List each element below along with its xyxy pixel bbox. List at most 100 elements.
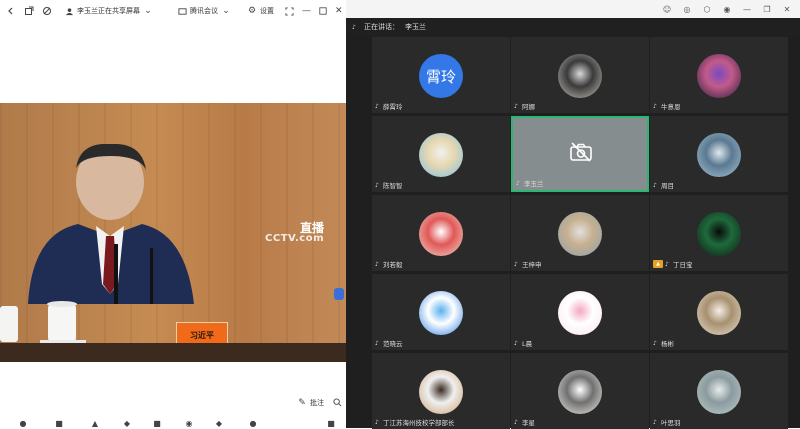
share-icon[interactable] bbox=[24, 5, 34, 17]
members-icon[interactable]: ◆ bbox=[122, 420, 132, 428]
avatar bbox=[558, 54, 602, 98]
avatar bbox=[697, 291, 741, 335]
mic-icon: ♪ bbox=[653, 102, 657, 110]
participant-label: ♪ 薛霄玲 bbox=[375, 101, 403, 112]
participant-name: 刘若毅 bbox=[383, 261, 403, 269]
participant-label: ▲ ♪ 丁日宝 bbox=[653, 259, 693, 269]
avatar bbox=[697, 212, 741, 256]
sharer-indicator: 李玉兰正在共享屏幕 ⌄ bbox=[60, 4, 157, 18]
participant-name: 阿娜 bbox=[522, 103, 535, 111]
video-icon[interactable]: ■ bbox=[54, 420, 64, 428]
apps-icon[interactable]: ◆ bbox=[214, 420, 224, 428]
participants-icon bbox=[176, 5, 188, 17]
participant-tile[interactable]: ♪ 叶思羽 bbox=[650, 353, 788, 429]
zoom-icon[interactable] bbox=[331, 396, 343, 408]
participant-name: 范晓云 bbox=[383, 340, 403, 348]
close-icon[interactable]: ✕ bbox=[335, 5, 343, 17]
settings-icon: ⚙ bbox=[247, 6, 257, 16]
mic-icon: ♪ bbox=[375, 102, 379, 110]
mic-icon: ♪ bbox=[375, 181, 379, 189]
participants-dropdown[interactable]: 腾讯会议 ⌄ bbox=[173, 4, 235, 18]
participant-label: ♪ 牛意恩 bbox=[653, 101, 681, 112]
participant-tile[interactable]: ♪ 阿娜 bbox=[511, 37, 649, 113]
participant-tile[interactable]: ♪ 范晓云 bbox=[372, 274, 510, 350]
participant-tile[interactable]: ♪ 周目 bbox=[650, 116, 788, 192]
participant-name: 王梓申 bbox=[522, 261, 542, 269]
avatar bbox=[697, 54, 741, 98]
avatar: 霄玲 bbox=[419, 54, 463, 98]
restore-icon[interactable]: ❐ bbox=[762, 4, 772, 14]
minimize-icon[interactable]: — bbox=[742, 4, 752, 14]
camera-off-icon bbox=[570, 142, 592, 162]
cctv-logo: 直播 CCTV.com bbox=[258, 219, 328, 249]
back-icon[interactable] bbox=[6, 5, 16, 17]
annotation-label: 批注 bbox=[310, 399, 324, 407]
share-screen-icon[interactable]: ▲ bbox=[90, 420, 100, 428]
chat-icon[interactable]: ■ bbox=[152, 420, 162, 428]
participant-label: ♪ 丁江苏海州技校学部部长 bbox=[375, 417, 455, 428]
participant-grid: 霄玲 ♪ 薛霄玲 ♪ 阿娜 ♪ 牛意恩 ♪ 陈智智 ♪ 李玉兰 ♪ 周目 ♪ 刘若毅 ♪ 王梓申 ▲ ♪ 丁日宝 ♪ 范晓… bbox=[372, 37, 798, 429]
speaking-bar: ♪ 正在讲话： 李玉兰 bbox=[346, 18, 800, 36]
mic-icon: ♪ bbox=[375, 339, 379, 347]
mic-icon[interactable]: ● bbox=[18, 420, 28, 428]
participant-name: L晨 bbox=[522, 340, 533, 348]
leave-icon[interactable]: ■ bbox=[326, 420, 336, 428]
participant-name: 李星 bbox=[522, 419, 535, 427]
meeting-gallery-window: ☺ ◎ ⬡ ◉ — ❐ ✕ ♪ 正在讲话： 李玉兰 霄玲 ♪ 薛霄玲 ♪ 阿娜 ♪ 牛意恩 ♪… bbox=[346, 0, 800, 429]
participant-tile[interactable]: 霄玲 ♪ 薛霄玲 bbox=[372, 37, 510, 113]
link-icon[interactable] bbox=[42, 5, 52, 17]
mic-icon: ♪ bbox=[516, 179, 520, 187]
participant-tile[interactable]: ♪ 李玉兰 bbox=[511, 116, 649, 192]
mic-icon: ♪ bbox=[653, 181, 657, 189]
participant-tile[interactable]: ♪ 牛意恩 bbox=[650, 37, 788, 113]
maximize-icon[interactable] bbox=[319, 5, 327, 17]
avatar bbox=[558, 212, 602, 256]
shield-icon[interactable]: ◎ bbox=[682, 4, 692, 14]
side-panel-handle[interactable] bbox=[334, 288, 344, 300]
participant-name: 丁江苏海州技校学部部长 bbox=[383, 419, 455, 427]
participant-name: 牛意恩 bbox=[661, 103, 681, 111]
participant-tile[interactable]: ♪ L晨 bbox=[511, 274, 649, 350]
participant-name: 叶思羽 bbox=[661, 419, 681, 427]
participants-label: 腾讯会议 bbox=[190, 7, 218, 15]
settings-button[interactable]: ⚙ 设置 bbox=[243, 4, 277, 18]
participant-label: ♪ 王梓申 bbox=[514, 259, 542, 270]
more-icon[interactable]: ● bbox=[248, 420, 258, 428]
participant-tile[interactable]: ♪ 杨彬 bbox=[650, 274, 788, 350]
chevron-down-icon: ⌄ bbox=[222, 6, 230, 16]
record-icon[interactable]: ◉ bbox=[184, 420, 194, 428]
minimize-icon[interactable]: — bbox=[302, 5, 311, 17]
participant-label: ♪ 陈智智 bbox=[375, 180, 403, 191]
left-titlebar: 李玉兰正在共享屏幕 ⌄ 腾讯会议 ⌄ ⚙ 设置 — ✕ bbox=[0, 0, 346, 22]
participant-tile[interactable]: ♪ 王梓申 bbox=[511, 195, 649, 271]
chevron-icon: ⌄ bbox=[144, 6, 152, 16]
fullscreen-icon[interactable] bbox=[285, 5, 294, 17]
annotation-button[interactable]: ✎ 批注 bbox=[296, 396, 324, 410]
emoji-icon[interactable]: ☺ bbox=[662, 4, 672, 14]
participant-tile[interactable]: ♪ 丁江苏海州技校学部部长 bbox=[372, 353, 510, 429]
mic-icon: ♪ bbox=[352, 23, 356, 31]
participant-tile[interactable]: ♪ 陈智智 bbox=[372, 116, 510, 192]
avatar bbox=[419, 212, 463, 256]
participant-label: ♪ 范晓云 bbox=[375, 338, 403, 349]
participant-name: 李玉兰 bbox=[524, 180, 544, 188]
participant-tile[interactable]: ▲ ♪ 丁日宝 bbox=[650, 195, 788, 271]
pin-icon[interactable]: ◉ bbox=[722, 4, 732, 14]
avatar bbox=[558, 291, 602, 335]
pen-icon: ✎ bbox=[298, 398, 306, 408]
mic-icon: ♪ bbox=[653, 339, 657, 347]
participant-tile[interactable]: ♪ 刘若毅 bbox=[372, 195, 510, 271]
mic-icon: ♪ bbox=[514, 418, 518, 426]
participant-label: ♪ 刘若毅 bbox=[375, 259, 403, 270]
avatar bbox=[697, 133, 741, 177]
close-icon[interactable]: ✕ bbox=[782, 4, 792, 14]
mic-icon: ♪ bbox=[375, 260, 379, 268]
participant-label: ♪ L晨 bbox=[514, 338, 533, 349]
participant-tile[interactable]: ♪ 李星 bbox=[511, 353, 649, 429]
avatar bbox=[419, 133, 463, 177]
layout-icon[interactable]: ⬡ bbox=[702, 4, 712, 14]
desk bbox=[0, 343, 346, 362]
settings-label: 设置 bbox=[260, 7, 274, 15]
participant-name: 陈智智 bbox=[383, 182, 403, 190]
speaker-figure bbox=[28, 144, 194, 304]
